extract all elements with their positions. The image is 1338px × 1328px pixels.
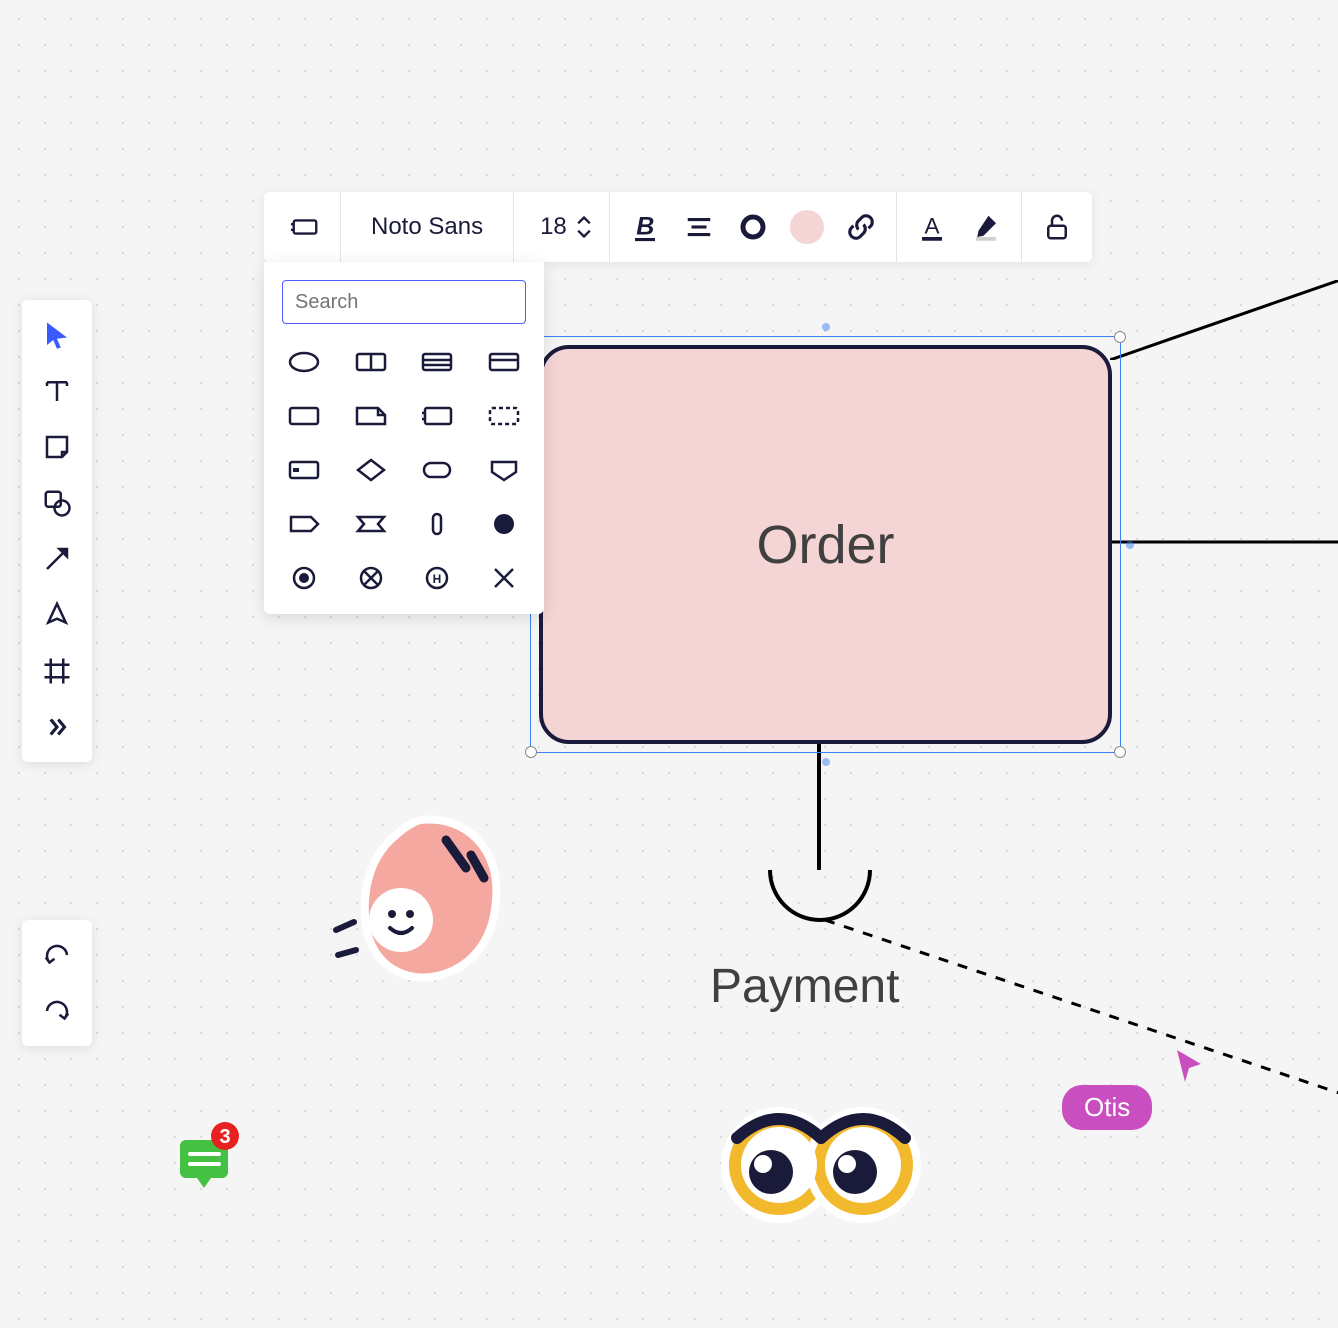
sticker-eyes[interactable] xyxy=(717,1100,927,1235)
shape-rounded[interactable] xyxy=(415,452,460,488)
frame-tool[interactable] xyxy=(32,646,82,696)
link-button[interactable] xyxy=(838,204,884,250)
pen-tool[interactable] xyxy=(32,590,82,640)
shape-pill-vertical[interactable] xyxy=(415,506,460,542)
shape-x[interactable] xyxy=(482,560,527,596)
text-color-button[interactable]: A xyxy=(909,204,955,250)
font-size-stepper[interactable]: 18 xyxy=(526,213,597,241)
svg-text:3: 3 xyxy=(219,1126,230,1148)
shape-two-column[interactable] xyxy=(349,344,394,380)
shape-diamond[interactable] xyxy=(349,452,394,488)
arrow-tool[interactable] xyxy=(32,534,82,584)
shape-circle-filled[interactable] xyxy=(482,506,527,542)
remote-cursor-label: Otis xyxy=(1062,1085,1152,1130)
shape-tag[interactable] xyxy=(282,506,327,542)
shape-ring-filled[interactable] xyxy=(282,560,327,596)
shape-banner[interactable] xyxy=(349,506,394,542)
context-toolbar: Noto Sans 18 B A xyxy=(264,192,1092,262)
shape-side-label[interactable] xyxy=(282,452,327,488)
svg-text:H: H xyxy=(433,572,442,586)
highlight-button[interactable] xyxy=(963,204,1009,250)
shape-three-row[interactable] xyxy=(415,344,460,380)
svg-text:A: A xyxy=(924,213,939,238)
lock-button[interactable] xyxy=(1034,204,1080,250)
shape-folded-corner[interactable] xyxy=(349,398,394,434)
select-tool[interactable] xyxy=(32,310,82,360)
left-toolbar xyxy=(22,300,92,762)
svg-text:B: B xyxy=(636,213,654,241)
shape-search-input[interactable] xyxy=(282,280,526,324)
font-size-value: 18 xyxy=(540,213,567,241)
text-tool[interactable] xyxy=(32,366,82,416)
remote-cursor-icon xyxy=(1175,1048,1205,1084)
bold-button[interactable]: B xyxy=(622,204,668,250)
payment-label: Payment xyxy=(710,959,899,1014)
more-tools[interactable] xyxy=(32,702,82,752)
order-node-label: Order xyxy=(756,514,894,576)
sticky-note-tool[interactable] xyxy=(32,422,82,472)
shape-tool[interactable] xyxy=(32,478,82,528)
redo-button[interactable] xyxy=(32,986,82,1036)
chevron-up-icon[interactable] xyxy=(577,216,591,226)
comment-pin[interactable]: 3 xyxy=(175,1122,245,1197)
chevron-down-icon[interactable] xyxy=(577,228,591,238)
sticker-ok-hand[interactable] xyxy=(326,800,516,1005)
shape-picker-dropdown: H xyxy=(264,262,544,614)
payment-arc-icon xyxy=(760,860,880,930)
shape-circle-x[interactable] xyxy=(349,560,394,596)
shape-dashed-rect[interactable] xyxy=(482,398,527,434)
history-toolbar xyxy=(22,920,92,1046)
shape-card-tabs[interactable] xyxy=(415,398,460,434)
shape-rect[interactable] xyxy=(282,398,327,434)
align-button[interactable] xyxy=(676,204,722,250)
shape-ellipse[interactable] xyxy=(282,344,327,380)
shape-circle-h[interactable]: H xyxy=(415,560,460,596)
fill-color-swatch xyxy=(790,210,824,244)
shape-shield[interactable] xyxy=(482,452,527,488)
undo-button[interactable] xyxy=(32,930,82,980)
border-style-button[interactable] xyxy=(730,204,776,250)
fill-color-button[interactable] xyxy=(784,204,830,250)
shape-header-box[interactable] xyxy=(482,344,527,380)
order-node[interactable]: Order xyxy=(539,345,1112,744)
shape-type-button[interactable] xyxy=(282,204,328,250)
font-family-select[interactable]: Noto Sans xyxy=(353,213,501,241)
